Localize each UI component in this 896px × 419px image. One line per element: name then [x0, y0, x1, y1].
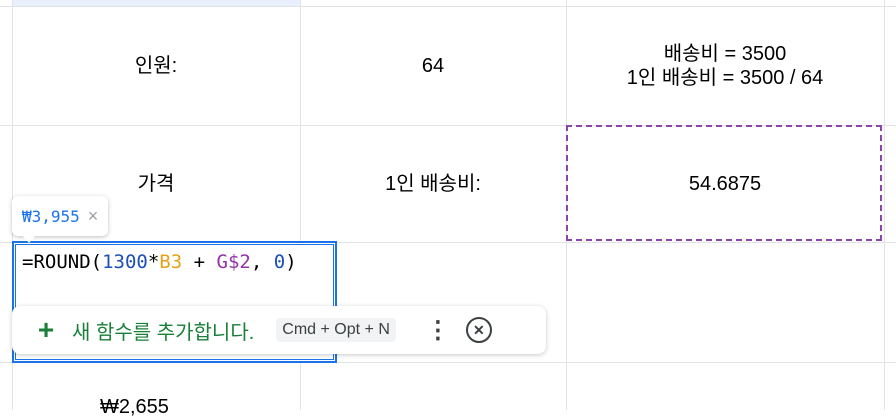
formula-operator-plus: +: [182, 251, 217, 273]
formula-input[interactable]: =ROUND(1300*B3 + G$2, 0): [22, 251, 297, 273]
formula-ref-g2: G$2: [216, 251, 251, 273]
shortcut-hint: Cmd + Opt + N: [276, 318, 396, 342]
reference-highlight: [566, 125, 882, 241]
column-line: [884, 0, 885, 410]
more-vert-icon[interactable]: ⋮: [426, 316, 450, 345]
note-line-1: 배송비 = 3500: [663, 43, 787, 65]
note-line-2: 1인 배송비 = 3500 / 64: [626, 67, 824, 89]
formula-start: =ROUND(: [22, 251, 103, 273]
result-preview-tooltip: ₩3,955 ×: [12, 196, 109, 236]
formula-number-1: 1300: [102, 251, 148, 273]
formula-operator: *: [147, 251, 160, 273]
result-preview-value: ₩3,955: [22, 206, 80, 226]
formula-end: ): [285, 251, 297, 273]
plus-icon[interactable]: +: [34, 314, 58, 346]
formula-separator: ,: [250, 251, 274, 273]
cell-label-people[interactable]: 인원:: [12, 7, 300, 125]
cell-shipping-note[interactable]: 배송비 = 3500 1인 배송비 = 3500 / 64: [566, 7, 884, 125]
add-function-label[interactable]: 새 함수를 추가합니다.: [72, 316, 254, 345]
cell-value-people[interactable]: 64: [300, 7, 566, 125]
function-suggestion-bar[interactable]: + 새 함수를 추가합니다. Cmd + Opt + N ⋮ ✕: [12, 306, 546, 354]
formula-ref-b3: B3: [159, 251, 183, 273]
close-icon[interactable]: ×: [88, 206, 99, 227]
formula-number-2: 0: [273, 251, 286, 273]
cell-label-per-shipping[interactable]: 1인 배송비:: [300, 126, 566, 242]
tooltip-arrow: [22, 235, 36, 243]
cell-bottom-price[interactable]: ₩2,655: [100, 396, 169, 419]
close-circle-icon[interactable]: ✕: [465, 317, 492, 343]
